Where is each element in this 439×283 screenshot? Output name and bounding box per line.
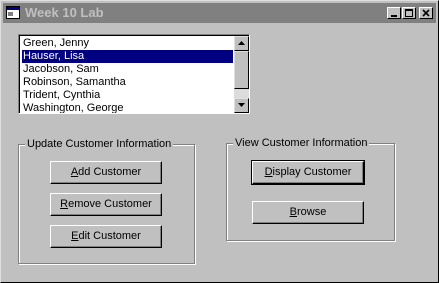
edit-customer-button[interactable]: Edit Customer: [50, 225, 162, 248]
maximize-icon: [405, 9, 413, 17]
minimize-icon: [391, 15, 397, 17]
list-item[interactable]: Trident, Cynthia: [22, 89, 233, 102]
list-item[interactable]: Green, Jenny: [22, 37, 233, 50]
list-item-selected[interactable]: Hauser, Lisa: [22, 50, 233, 63]
scroll-down-button[interactable]: [234, 98, 249, 113]
view-customer-groupbox: View Customer Information Display Custom…: [226, 136, 395, 241]
window-title: Week 10 Lab: [25, 5, 104, 20]
list-item[interactable]: Washington, George: [22, 102, 233, 113]
close-button[interactable]: [419, 7, 433, 19]
scroll-thumb[interactable]: [234, 51, 249, 89]
browse-button[interactable]: Browse: [252, 201, 364, 224]
minimize-button[interactable]: [387, 7, 401, 19]
main-window: Week 10 Lab Green, Jenny Hauser, Lisa Ja…: [0, 0, 439, 283]
close-icon: [422, 9, 430, 17]
title-bar[interactable]: Week 10 Lab: [3, 3, 436, 23]
remove-customer-button[interactable]: Remove Customer: [50, 193, 162, 216]
display-customer-button[interactable]: Display Customer: [251, 160, 365, 185]
arrow-up-icon: [238, 41, 245, 45]
maximize-button[interactable]: [402, 7, 416, 19]
view-group-label: View Customer Information: [233, 136, 370, 150]
list-item[interactable]: Robinson, Samantha: [22, 76, 233, 89]
app-window-icon[interactable]: [6, 6, 20, 19]
list-item[interactable]: Jacobson, Sam: [22, 63, 233, 76]
update-group-label: Update Customer Information: [25, 137, 174, 151]
customer-list: Green, Jenny Hauser, Lisa Jacobson, Sam …: [22, 37, 233, 113]
update-customer-groupbox: Update Customer Information Add Customer…: [18, 137, 195, 264]
customer-listbox[interactable]: Green, Jenny Hauser, Lisa Jacobson, Sam …: [18, 34, 250, 114]
scroll-up-button[interactable]: [234, 36, 249, 51]
vertical-scrollbar[interactable]: [234, 36, 249, 113]
add-customer-button[interactable]: Add Customer: [50, 161, 162, 184]
arrow-down-icon: [238, 103, 245, 107]
